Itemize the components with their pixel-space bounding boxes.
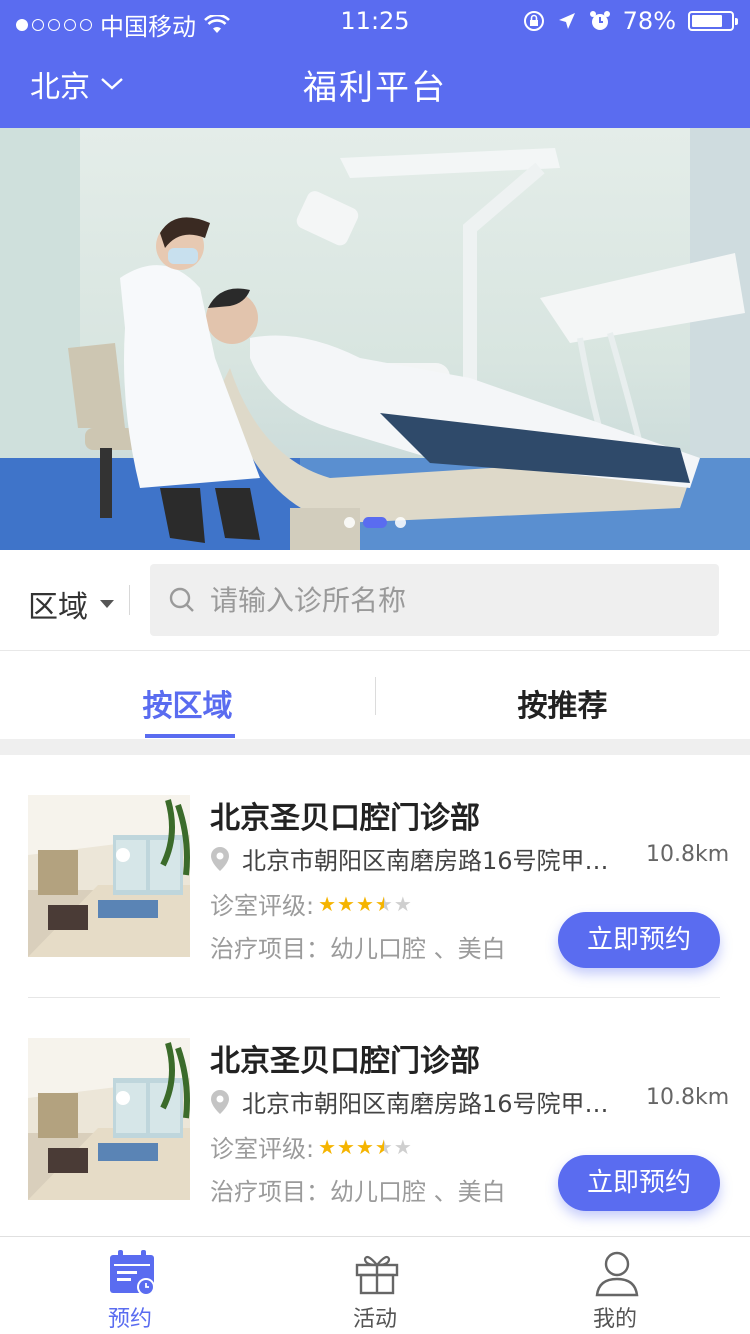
address-text: 北京市朝阳区南磨房路16号院甲… [242, 1090, 609, 1118]
rating-label: 诊室评级: [210, 892, 315, 920]
clinic-name: 北京圣贝口腔门诊部 [210, 801, 480, 836]
book-now-button[interactable]: 立即预约 [558, 1155, 720, 1211]
page-title: 福利平台 [303, 68, 447, 108]
star-icon: ★ [393, 891, 412, 916]
carousel-dot[interactable] [395, 517, 406, 528]
star-icon: ★ [337, 891, 355, 916]
nav-item-booking[interactable]: 预约 [5, 1237, 255, 1334]
nav-label: 预约 [107, 1307, 152, 1332]
list-item[interactable]: 北京圣贝口腔门诊部 北京市朝阳区南磨房路16号院甲… 10.8km 诊室评级: … [0, 755, 750, 998]
divider [129, 585, 130, 615]
rotation-lock-icon [523, 11, 544, 31]
status-bar: 中国移动 11:25 78% [0, 0, 750, 41]
banner-carousel[interactable] [0, 128, 750, 550]
location-pin-icon [211, 846, 229, 871]
clinic-distance: 10.8km [646, 1085, 730, 1110]
star-icon: ★ [337, 1134, 355, 1159]
clinic-distance: 10.8km [646, 842, 730, 867]
gift-icon [355, 1255, 399, 1295]
clinic-address: 北京市朝阳区南磨房路16号院甲… [210, 1084, 609, 1119]
carousel-dots [0, 517, 750, 528]
star-icon: ★ [318, 1134, 337, 1159]
region-dropdown[interactable]: 区域 [28, 582, 114, 626]
star-icon: ★ [374, 1134, 393, 1159]
clinic-rating: 诊室评级: ★ ★ ★ ★ ★ [210, 1129, 412, 1164]
tab-by-recommend[interactable]: 按推荐 [375, 651, 750, 739]
location-arrow-icon [558, 13, 575, 29]
address-text: 北京市朝阳区南磨房路16号院甲… [242, 847, 609, 875]
star-rating: ★ ★ ★ ★ ★ [318, 892, 412, 916]
clinic-treatments: 治疗项目：幼儿口腔 、美白 [210, 1178, 506, 1206]
carousel-dot-active[interactable] [363, 517, 387, 528]
user-icon [595, 1251, 639, 1297]
star-icon: ★ [355, 1134, 374, 1159]
tab-bar: 按区域 按推荐 [0, 651, 750, 739]
star-icon: ★ [355, 891, 374, 916]
book-now-button[interactable]: 立即预约 [558, 912, 720, 968]
nav-label: 活动 [352, 1307, 397, 1332]
nav-item-activity[interactable]: 活动 [250, 1237, 500, 1334]
clinic-name: 北京圣贝口腔门诊部 [210, 1044, 480, 1079]
bottom-tab-bar: 预约 活动 我的 [0, 1236, 750, 1334]
rating-label: 诊室评级: [210, 1135, 315, 1163]
star-rating: ★ ★ ★ ★ ★ [318, 1135, 412, 1159]
banner-image [0, 128, 750, 550]
location-pin-icon [211, 1089, 229, 1114]
region-label: 区域 [28, 590, 88, 625]
clinic-address: 北京市朝阳区南磨房路16号院甲… [210, 841, 609, 876]
nav-item-profile[interactable]: 我的 [490, 1237, 740, 1334]
caret-down-icon [100, 600, 114, 608]
nav-label: 我的 [592, 1307, 637, 1332]
search-icon [169, 587, 194, 612]
clinic-photo [28, 1038, 190, 1200]
clinic-treatments: 治疗项目：幼儿口腔 、美白 [210, 935, 506, 963]
calendar-icon [110, 1250, 155, 1296]
clinic-rating: 诊室评级: ★ ★ ★ ★ ★ [210, 886, 412, 921]
tab-by-region[interactable]: 按区域 [0, 651, 375, 739]
battery-icon [688, 11, 738, 31]
battery-percent: 78% [622, 7, 676, 35]
filter-search-bar: 区域 [0, 550, 750, 651]
list-item[interactable]: 北京圣贝口腔门诊部 北京市朝阳区南磨房路16号院甲… 10.8km 诊室评级: … [0, 998, 750, 1241]
status-right: 78% [523, 7, 738, 35]
star-icon: ★ [374, 891, 393, 916]
search-input[interactable] [210, 583, 670, 617]
app-header: 中国移动 11:25 78% 北京 福利平台 [0, 0, 750, 128]
star-icon: ★ [393, 1134, 412, 1159]
search-box[interactable] [150, 564, 719, 636]
tab-label: 按区域 [142, 689, 233, 724]
clinic-photo [28, 795, 190, 957]
alarm-icon [589, 11, 610, 30]
tab-label: 按推荐 [517, 689, 608, 724]
section-gap [0, 739, 750, 755]
star-icon: ★ [318, 891, 337, 916]
carousel-dot[interactable] [344, 517, 355, 528]
battery-fill [692, 15, 722, 27]
active-tab-indicator [145, 734, 235, 738]
